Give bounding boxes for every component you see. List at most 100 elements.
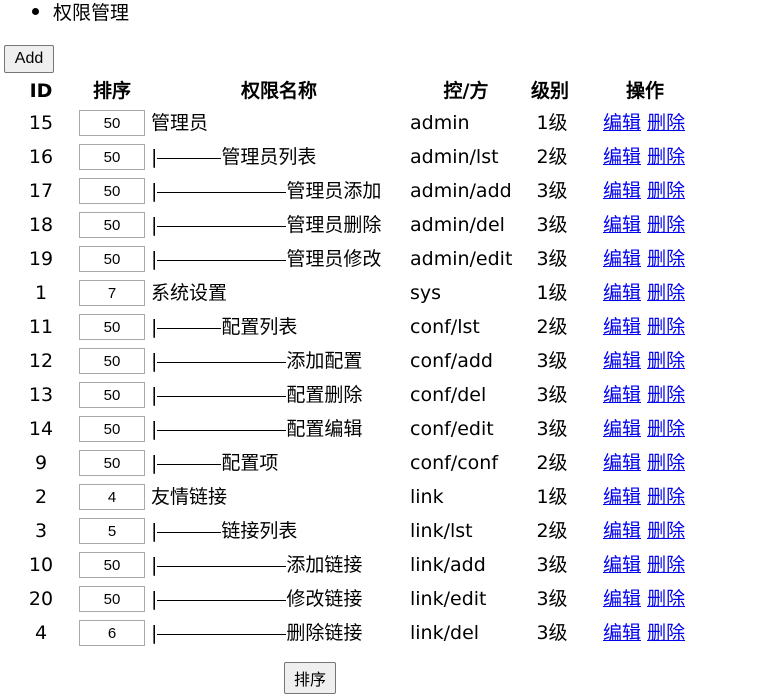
delete-link[interactable]: 删除 [647, 452, 685, 474]
sort-submit-button[interactable]: 排序 [284, 662, 336, 694]
sort-input[interactable] [79, 586, 145, 612]
sort-input[interactable] [79, 110, 145, 136]
delete-link[interactable]: 删除 [647, 282, 685, 304]
delete-link[interactable]: 删除 [647, 486, 685, 508]
row-id: 15 [28, 112, 54, 134]
edit-link[interactable]: 编辑 [603, 282, 641, 304]
controller-action: link/edit [410, 588, 487, 610]
delete-link[interactable]: 删除 [647, 180, 685, 202]
edit-link[interactable]: 编辑 [603, 520, 641, 542]
sort-input[interactable] [79, 144, 145, 170]
row-id: 11 [28, 316, 54, 338]
row-actions: 编辑 删除 [603, 140, 685, 174]
table-row: 16 |管理员列表 admin/lst 2级 编辑 删除 [0, 140, 770, 174]
sort-input[interactable] [79, 518, 145, 544]
edit-link[interactable]: 编辑 [603, 350, 641, 372]
edit-link[interactable]: 编辑 [603, 554, 641, 576]
permission-name-label: 管理员列表 [221, 146, 317, 168]
edit-link[interactable]: 编辑 [603, 418, 641, 440]
delete-link[interactable]: 删除 [647, 384, 685, 406]
controller-action: admin/edit [410, 248, 513, 270]
level-label: 2级 [536, 146, 568, 168]
permission-name-label: 管理员删除 [286, 214, 382, 236]
controller-action: conf/add [410, 350, 493, 372]
header-name: 权限名称 [240, 80, 317, 102]
row-id: 10 [28, 554, 54, 576]
sort-input[interactable] [79, 212, 145, 238]
sort-input[interactable] [79, 280, 145, 306]
level-label: 2级 [536, 452, 568, 474]
tree-indent-icon: | [151, 554, 287, 576]
delete-link[interactable]: 删除 [647, 214, 685, 236]
edit-link[interactable]: 编辑 [603, 248, 641, 270]
level-label: 1级 [536, 112, 568, 134]
delete-link[interactable]: 删除 [647, 520, 685, 542]
delete-link[interactable]: 删除 [647, 316, 685, 338]
edit-link[interactable]: 编辑 [603, 486, 641, 508]
row-id: 12 [28, 350, 54, 372]
delete-link[interactable]: 删除 [647, 112, 685, 134]
level-label: 2级 [536, 520, 568, 542]
delete-link[interactable]: 删除 [647, 622, 685, 644]
delete-link[interactable]: 删除 [647, 248, 685, 270]
edit-link[interactable]: 编辑 [603, 622, 641, 644]
level-label: 1级 [536, 282, 568, 304]
edit-link[interactable]: 编辑 [603, 112, 641, 134]
sort-input[interactable] [79, 484, 145, 510]
delete-link[interactable]: 删除 [647, 350, 685, 372]
sort-input[interactable] [79, 314, 145, 340]
permission-name-label: 修改链接 [286, 588, 363, 610]
edit-link[interactable]: 编辑 [603, 384, 641, 406]
tree-indent-icon: | [151, 384, 287, 406]
permission-name-label: 友情链接 [151, 486, 228, 508]
permission-name: 系统设置 [151, 276, 227, 310]
sort-input[interactable] [79, 382, 145, 408]
table-row: 15 管理员 admin 1级 编辑 删除 [0, 106, 770, 140]
row-actions: 编辑 删除 [603, 480, 685, 514]
permission-name-label: 管理员添加 [286, 180, 382, 202]
sort-input[interactable] [79, 348, 145, 374]
permission-name-label: 添加链接 [286, 554, 363, 576]
level-label: 3级 [536, 214, 568, 236]
permission-name: | 配置列表 [151, 310, 297, 344]
level-label: 3级 [536, 350, 568, 372]
row-id: 2 [34, 486, 48, 508]
table-row: 13 |配置删除 conf/del 3级 编辑 删除 [0, 378, 770, 412]
bullet-icon [32, 8, 39, 15]
table-row: 3 |链接列表 link/lst 2级 编辑 删除 [0, 514, 770, 548]
tree-indent-icon: | [151, 350, 287, 372]
delete-link[interactable]: 删除 [647, 588, 685, 610]
edit-link[interactable]: 编辑 [603, 316, 641, 338]
header-id: ID [29, 80, 53, 102]
edit-link[interactable]: 编辑 [603, 214, 641, 236]
add-button[interactable]: Add [4, 45, 54, 73]
sort-input[interactable] [79, 450, 145, 476]
permission-name: | 添加链接 [151, 548, 362, 582]
delete-link[interactable]: 删除 [647, 146, 685, 168]
table-row: 12 |添加配置 conf/add 3级 编辑 删除 [0, 344, 770, 378]
row-actions: 编辑 删除 [603, 378, 685, 412]
table-row: 9 |配置项 conf/conf 2级 编辑 删除 [0, 446, 770, 480]
controller-action: conf/del [410, 384, 487, 406]
sort-input[interactable] [79, 246, 145, 272]
controller-action: link [410, 486, 444, 508]
controller-action: sys [410, 282, 442, 304]
row-actions: 编辑 删除 [603, 208, 685, 242]
sort-input[interactable] [79, 620, 145, 646]
edit-link[interactable]: 编辑 [603, 452, 641, 474]
table-row: 1 系统设置 sys 1级 编辑 删除 [0, 276, 770, 310]
sort-input[interactable] [79, 552, 145, 578]
delete-link[interactable]: 删除 [647, 418, 685, 440]
delete-link[interactable]: 删除 [647, 554, 685, 576]
table-row: 2 友情链接 link 1级 编辑 删除 [0, 480, 770, 514]
row-id: 13 [28, 384, 54, 406]
permission-name: | 删除链接 [151, 616, 362, 650]
header-sort: 排序 [92, 80, 131, 102]
edit-link[interactable]: 编辑 [603, 180, 641, 202]
edit-link[interactable]: 编辑 [603, 146, 641, 168]
tree-indent-icon: | [151, 452, 222, 474]
edit-link[interactable]: 编辑 [603, 588, 641, 610]
sort-input[interactable] [79, 178, 145, 204]
sort-input[interactable] [79, 416, 145, 442]
level-label: 3级 [536, 554, 568, 576]
